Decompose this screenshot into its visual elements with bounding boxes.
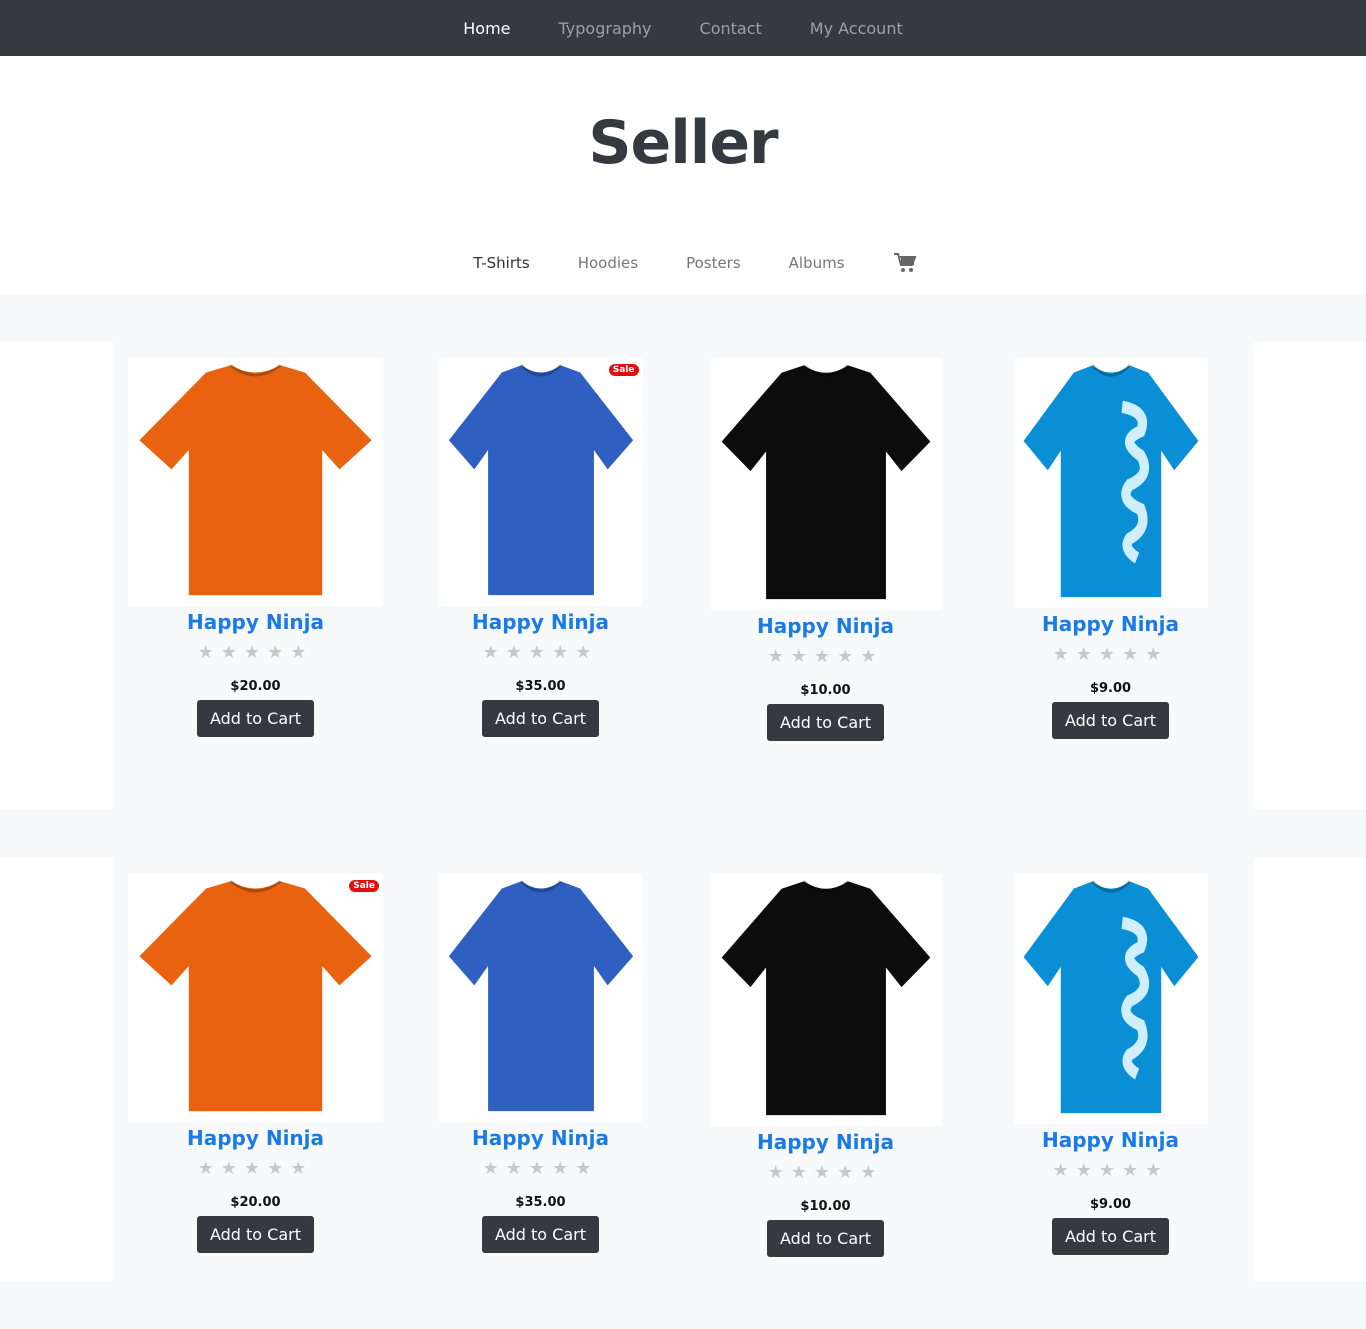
tshirt-image [1023, 880, 1198, 1114]
product-card: Sale Happy Ninja ★★★★★ $20.00 Add to Cart [128, 874, 383, 1253]
add-to-cart-button[interactable]: Add to Cart [1051, 1218, 1170, 1255]
product-row-2: Sale Happy Ninja ★★★★★ $20.00 Add to Cart Ha… [0, 858, 1366, 1281]
category-tshirts[interactable]: T-Shirts [449, 254, 553, 272]
top-navigation: Home Typography Contact My Account [0, 0, 1366, 56]
tshirt-image [448, 364, 633, 596]
product-card: Happy Ninja ★★★★★ $9.00 Add to Cart [983, 358, 1238, 739]
product-row-1: Happy Ninja ★★★★★ $20.00 Add to Cart Sale Ha… [0, 342, 1366, 809]
add-to-cart-button[interactable]: Add to Cart [196, 1216, 315, 1253]
product-title[interactable]: Happy Ninja [983, 1128, 1238, 1152]
tshirt-image [1023, 364, 1198, 598]
spacer [0, 294, 1366, 342]
nav-typography[interactable]: Typography [535, 19, 676, 38]
site-title: Seller [588, 108, 778, 178]
category-navigation: T-Shirts Hoodies Posters Albums [0, 252, 1366, 274]
product-title[interactable]: Happy Ninja [698, 1130, 953, 1154]
spacer [0, 1281, 1366, 1329]
add-to-cart-button[interactable]: Add to Cart [1051, 702, 1170, 739]
tshirt-image [139, 364, 372, 596]
product-image[interactable] [1013, 358, 1208, 608]
product-image[interactable] [1013, 874, 1208, 1124]
shopping-cart-icon[interactable] [893, 252, 917, 274]
star-rating: ★★★★★ [482, 1158, 599, 1178]
star-rating: ★★★★★ [767, 646, 884, 666]
product-image[interactable]: Sale [128, 874, 383, 1122]
tshirt-image [721, 880, 930, 1116]
sale-badge: Sale [608, 364, 639, 376]
sale-badge: Sale [349, 880, 379, 892]
product-title[interactable]: Happy Ninja [413, 610, 668, 634]
category-albums[interactable]: Albums [765, 254, 869, 272]
add-to-cart-button[interactable]: Add to Cart [481, 1216, 600, 1253]
product-image[interactable] [438, 874, 643, 1122]
product-card: Sale Happy Ninja ★★★★★ $35.00 Add to Cart [413, 358, 668, 737]
product-title[interactable]: Happy Ninja [128, 610, 383, 634]
product-price: $10.00 [800, 683, 851, 698]
product-title[interactable]: Happy Ninja [983, 612, 1238, 636]
product-price: $20.00 [230, 679, 281, 694]
product-price: $35.00 [515, 679, 566, 694]
product-image[interactable] [128, 358, 383, 606]
product-title[interactable]: Happy Ninja [128, 1126, 383, 1150]
add-to-cart-button[interactable]: Add to Cart [766, 1220, 885, 1257]
product-price: $20.00 [230, 1195, 281, 1210]
product-card: Happy Ninja ★★★★★ $9.00 Add to Cart [983, 874, 1238, 1255]
star-rating: ★★★★★ [767, 1162, 884, 1182]
site-header: Seller T-Shirts Hoodies Posters Albums [0, 56, 1366, 294]
product-price: $9.00 [1089, 681, 1132, 696]
star-rating: ★★★★★ [197, 1158, 314, 1178]
product-price: $35.00 [515, 1195, 566, 1210]
tshirt-image [721, 364, 930, 600]
product-card: Happy Ninja ★★★★★ $10.00 Add to Cart [698, 874, 953, 1257]
add-to-cart-button[interactable]: Add to Cart [196, 700, 315, 737]
nav-home[interactable]: Home [439, 19, 534, 38]
category-posters[interactable]: Posters [662, 254, 765, 272]
add-to-cart-button[interactable]: Add to Cart [481, 700, 600, 737]
star-rating: ★★★★★ [197, 642, 314, 662]
tshirt-image [139, 880, 372, 1112]
product-price: $9.00 [1089, 1197, 1132, 1212]
add-to-cart-button[interactable]: Add to Cart [766, 704, 885, 741]
product-card: Happy Ninja ★★★★★ $35.00 Add to Cart [413, 874, 668, 1253]
star-rating: ★★★★★ [1052, 644, 1169, 664]
nav-contact[interactable]: Contact [676, 19, 786, 38]
nav-my-account[interactable]: My Account [786, 19, 927, 38]
category-hoodies[interactable]: Hoodies [554, 254, 662, 272]
star-rating: ★★★★★ [482, 642, 599, 662]
product-card: Happy Ninja ★★★★★ $20.00 Add to Cart [128, 358, 383, 737]
product-image[interactable] [710, 874, 941, 1126]
product-card: Happy Ninja ★★★★★ $10.00 Add to Cart [698, 358, 953, 741]
star-rating: ★★★★★ [1052, 1160, 1169, 1180]
tshirt-image [448, 880, 633, 1112]
product-title[interactable]: Happy Ninja [413, 1126, 668, 1150]
product-price: $10.00 [800, 1199, 851, 1214]
product-image[interactable] [710, 358, 941, 610]
product-image[interactable]: Sale [438, 358, 643, 606]
product-title[interactable]: Happy Ninja [698, 614, 953, 638]
